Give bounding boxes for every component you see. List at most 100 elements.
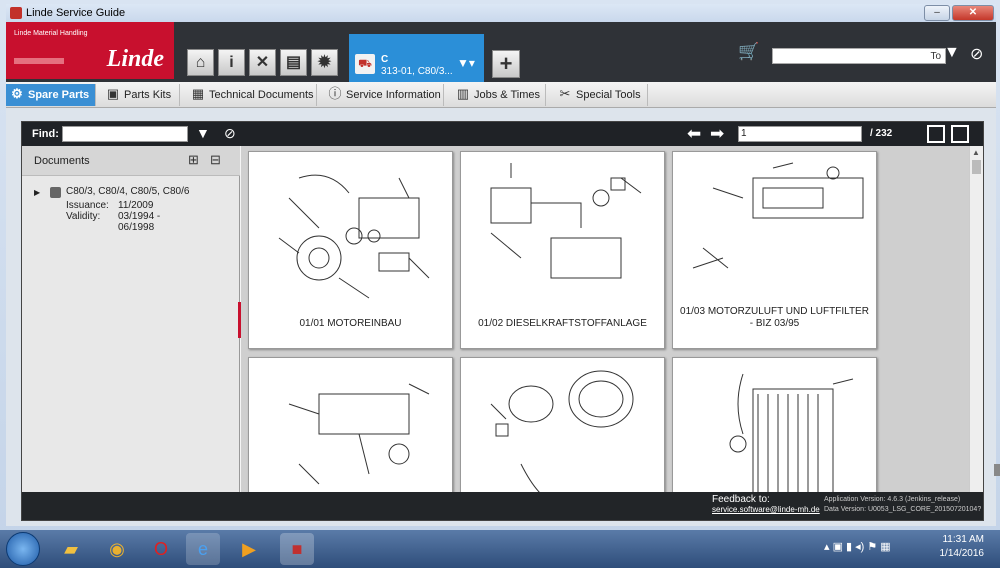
cart-icon[interactable]: 🛒 xyxy=(738,42,759,62)
gear-icon[interactable]: ✹ xyxy=(311,49,338,76)
logo-brand: Linde xyxy=(106,46,164,72)
logo-subtitle: Linde Material Handling xyxy=(14,30,88,37)
title-bar: Linde Service Guide – ✕ xyxy=(6,4,996,22)
minimize-button[interactable]: – xyxy=(924,5,950,21)
window-title: Linde Service Guide xyxy=(26,7,126,19)
application-version: Application Version: 4.6.3 (Jenkins_rele… xyxy=(824,496,961,503)
validity-value-2: 06/1998 xyxy=(118,222,155,233)
scrollbar-thumb[interactable] xyxy=(972,160,981,174)
context-tab[interactable]: ⛟ C 313-01, C80/3... ▼▾ xyxy=(349,34,484,82)
air-filter-drawing-icon xyxy=(692,162,864,269)
air-filter-housing-drawing-icon xyxy=(490,370,634,492)
documents-heading: Documents xyxy=(34,155,90,167)
documents-header: Documents ⊞ ⊟ xyxy=(22,146,240,176)
tab-technical-documents[interactable]: ▦ Technical Documents xyxy=(187,84,317,106)
service-information-icon: ⓘ xyxy=(328,86,342,101)
thumbnail-card[interactable]: 01/02 DIESELKRAFTSTOFFANLAGE xyxy=(460,151,665,349)
tab-special-tools[interactable]: ✂ Special Tools xyxy=(554,84,648,106)
thumbnail-card[interactable]: 01/01 MOTOREINBAU xyxy=(248,151,453,349)
technical-documents-icon: ▦ xyxy=(191,86,205,101)
media-player-icon[interactable]: ▶ xyxy=(232,533,266,565)
tab-label: Parts Kits xyxy=(124,89,172,101)
opera-icon[interactable]: O xyxy=(144,533,178,565)
tools-icon[interactable]: ✕ xyxy=(249,49,276,76)
validity-label: Validity: xyxy=(66,211,101,222)
home-icon[interactable]: ⌂ xyxy=(187,49,214,76)
add-tab-button[interactable]: + xyxy=(492,50,520,78)
collapse-all-icon[interactable]: ⊟ xyxy=(210,152,221,168)
thumbnail-card[interactable]: 01/03 MOTORZULUFT UND LUFTFILTER - BIZ 0… xyxy=(672,151,877,349)
thumbnail-card[interactable] xyxy=(248,357,453,492)
engine-drawing-icon xyxy=(278,174,430,299)
start-button[interactable] xyxy=(6,532,40,566)
find-input[interactable] xyxy=(62,126,188,142)
menu-bar: ⚙ Spare Parts ▣ Parts Kits ▦ Technical D… xyxy=(6,82,996,108)
find-label: Find: xyxy=(32,128,59,140)
expand-triangle-icon[interactable]: ▶ xyxy=(34,188,40,197)
clear-filter-icon[interactable]: ⊘ xyxy=(224,125,236,142)
internet-explorer-icon[interactable]: e xyxy=(186,533,220,565)
feedback-email-link[interactable]: service.software@linde-mh.de xyxy=(712,505,820,514)
filter-icon[interactable]: ▼ xyxy=(196,125,210,141)
document-icon xyxy=(50,187,61,198)
tab-parts-kits[interactable]: ▣ Parts Kits xyxy=(102,84,180,106)
validity-value-1: 03/1994 - xyxy=(118,211,161,222)
issuance-value: 11/2009 xyxy=(118,200,154,211)
tab-jobs-times[interactable]: ▥ Jobs & Times xyxy=(452,84,546,106)
scroll-up-icon[interactable]: ▲ xyxy=(972,148,980,157)
logo-stripe xyxy=(14,58,64,64)
data-version: Data Version: U0053_LSG_CORE_20150720104… xyxy=(824,506,982,513)
thumbnail-scrollbar[interactable]: ▲ xyxy=(969,146,983,492)
app-window: Linde Service Guide – ✕ Linde Material H… xyxy=(0,0,1000,568)
search-scope-select[interactable]: To xyxy=(930,51,941,62)
filter-dropdown-icon[interactable]: ▼▾ xyxy=(457,56,475,70)
chrome-icon[interactable]: ◉ xyxy=(100,533,134,565)
parts-kits-icon: ▣ xyxy=(106,86,120,101)
engine-parts-drawing-icon xyxy=(288,383,430,485)
issuance-label: Issuance: xyxy=(66,200,109,211)
context-tab-line1: C xyxy=(381,54,389,65)
spare-parts-icon: ⚙ xyxy=(11,86,23,101)
clock[interactable]: 11:31 AM 1/14/2016 xyxy=(928,533,985,561)
outer-scroll-handle[interactable] xyxy=(994,464,1000,476)
thumbnail-card[interactable] xyxy=(672,357,877,492)
header-search-input[interactable]: To xyxy=(772,48,946,64)
forklift-icon[interactable]: ▤ xyxy=(280,49,307,76)
clock-date: 1/14/2016 xyxy=(939,548,985,559)
jobs-times-icon: ▥ xyxy=(456,86,470,101)
info-icon[interactable]: i xyxy=(218,49,245,76)
clear-filter-icon[interactable]: ⊘ xyxy=(970,44,983,64)
tab-service-information[interactable]: ⓘ Service Information xyxy=(324,84,444,106)
previous-page-icon[interactable]: ⬅ xyxy=(687,124,701,144)
footer-bar: Feedback to: service.software@linde-mh.d… xyxy=(22,492,983,520)
tab-spare-parts[interactable]: ⚙ Spare Parts xyxy=(6,84,96,106)
system-tray-icons[interactable]: ▴ ▣ ▮ ◂) ⚑ ▦ xyxy=(824,540,891,553)
special-tools-icon: ✂ xyxy=(559,86,571,101)
main-content: Find: ▼ ⊘ ⬅ ➡ 1 / 232 Documents ⊞ ⊟ ▶ C8… xyxy=(6,108,1000,526)
linde-taskbar-icon[interactable]: ■ xyxy=(280,533,314,565)
page-total: / 232 xyxy=(870,128,893,139)
expand-all-icon[interactable]: ⊞ xyxy=(188,152,199,168)
close-button[interactable]: ✕ xyxy=(952,5,994,21)
thumbnail-caption: 01/03 MOTORZULUFT UND LUFTFILTER - BIZ 0… xyxy=(680,306,869,329)
tab-label: Special Tools xyxy=(576,89,641,101)
feedback-label: Feedback to: xyxy=(712,494,770,505)
find-bar: Find: ▼ ⊘ ⬅ ➡ 1 / 232 xyxy=(22,122,983,146)
document-name: C80/3, C80/4, C80/5, C80/6 xyxy=(66,186,190,197)
thumbnail-card[interactable] xyxy=(460,357,665,492)
filter-icon[interactable]: ▼ xyxy=(944,44,960,62)
tab-label: Technical Documents xyxy=(209,89,314,101)
thumbnail-grid: 01/01 MOTOREINBAU 01/02 DIESELKRAFTSTOFF… xyxy=(241,146,969,492)
single-view-icon[interactable] xyxy=(927,125,945,143)
tab-label: Spare Parts xyxy=(28,89,90,101)
split-view-icon[interactable] xyxy=(951,125,969,143)
clock-time: 11:31 AM xyxy=(942,534,984,545)
context-tab-line2: 313-01, C80/3... xyxy=(381,66,453,77)
documents-pane: Documents ⊞ ⊟ ▶ C80/3, C80/4, C80/5, C80… xyxy=(22,146,240,492)
thumbnail-caption: 01/01 MOTOREINBAU xyxy=(299,318,402,329)
next-page-icon[interactable]: ➡ xyxy=(710,124,724,144)
page-number-input[interactable]: 1 xyxy=(738,126,862,142)
forklift-icon: ⛟ xyxy=(355,54,375,74)
folder-icon[interactable]: ▰ xyxy=(54,533,88,565)
tab-label: Jobs & Times xyxy=(474,89,541,101)
